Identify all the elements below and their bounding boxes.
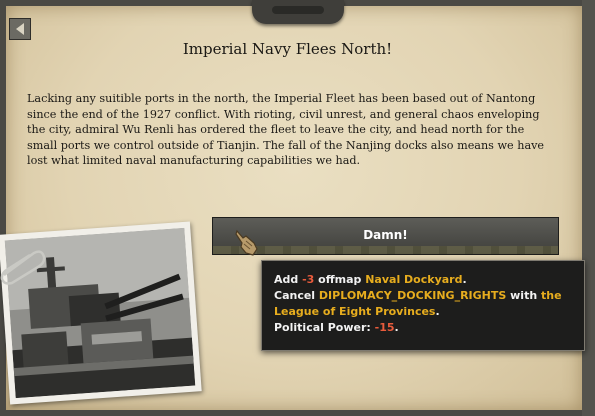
- window-right-edge: [582, 0, 595, 416]
- tooltip-line-docking-rights: Cancel DIPLOMACY_DOCKING_RIGHTS with the…: [274, 288, 572, 320]
- option-effects-tooltip: Add -3 offmap Naval Dockyard. Cancel DIP…: [261, 260, 585, 351]
- tooltip-text: .: [394, 321, 399, 334]
- tooltip-line-political-power: Political Power: -15.: [274, 320, 572, 336]
- tooltip-line-dockyard: Add -3 offmap Naval Dockyard.: [274, 272, 572, 288]
- tooltip-political-power-value: -15: [374, 321, 395, 334]
- tooltip-decision-name: DIPLOMACY_DOCKING_RIGHTS: [318, 289, 507, 302]
- tooltip-text: offmap: [314, 273, 366, 286]
- back-arrow-icon: [16, 23, 24, 35]
- option-button-stripe: [213, 246, 558, 254]
- event-title: Imperial Navy Flees North!: [182, 40, 393, 58]
- event-option-label: Damn!: [363, 228, 408, 242]
- event-window: Imperial Navy Flees North! Lacking any s…: [0, 0, 595, 416]
- event-option-button[interactable]: Damn!: [212, 217, 559, 255]
- tooltip-dockyard-value: -3: [302, 273, 315, 286]
- tooltip-text: .: [462, 273, 467, 286]
- back-button[interactable]: [9, 18, 31, 40]
- gauntlet-pointer-icon: [235, 229, 258, 256]
- paper-clip-icon: [0, 250, 46, 285]
- tooltip-dockyard-target: Naval Dockyard: [365, 273, 463, 286]
- tooltip-text: Add: [274, 273, 303, 286]
- tooltip-text: Cancel: [274, 289, 319, 302]
- window-top-notch: [252, 0, 344, 24]
- tooltip-text: .: [435, 305, 440, 318]
- tooltip-text: Political Power:: [274, 321, 375, 334]
- event-description: Lacking any suitible ports in the north,…: [27, 92, 545, 167]
- tooltip-text: with: [506, 289, 541, 302]
